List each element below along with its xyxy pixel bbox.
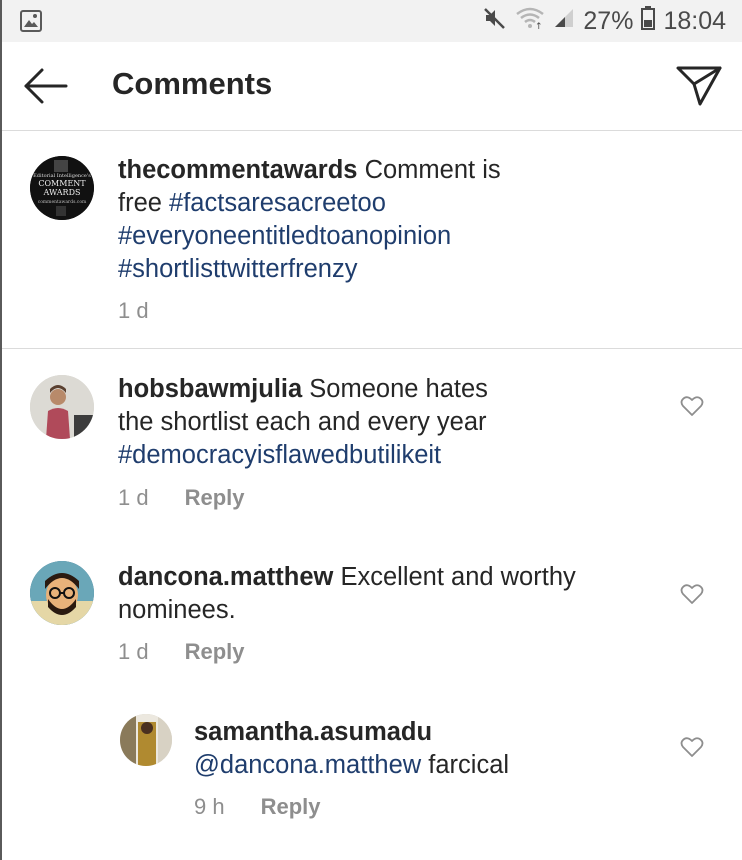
comment-username[interactable]: hobsbawmjulia (118, 375, 302, 403)
hashtag-link[interactable]: #shortlisttwitterfrenzy (118, 255, 358, 283)
comment-timestamp: 1 d (118, 485, 149, 510)
page-title: Comments (112, 66, 273, 101)
comment-awards-logo: Editorial Intelligence's COMMENT AWARDS … (30, 156, 94, 220)
comment-text: samantha.asumadu @dancona.matthew farcic… (194, 716, 634, 782)
like-heart-icon[interactable] (680, 583, 704, 605)
post-caption: Editorial Intelligence's COMMENT AWARDS … (2, 130, 742, 348)
comment-meta: 1 d Reply (118, 485, 245, 511)
user-photo-icon (120, 714, 172, 766)
reply-comment-item: samantha.asumadu @dancona.matthew farcic… (2, 700, 742, 830)
like-heart-icon[interactable] (680, 736, 704, 758)
comment-timestamp: 1 d (118, 639, 149, 664)
reply-button[interactable]: Reply (185, 485, 245, 511)
mute-icon (483, 6, 507, 37)
svg-text:↑: ↑ (535, 22, 543, 30)
status-bar: ↑ 27% 18:04 (2, 0, 742, 42)
comment-text: hobsbawmjulia Someone hates the shortlis… (118, 373, 638, 472)
clock: 18:04 (663, 7, 726, 35)
caption-meta: 1 d (118, 298, 149, 324)
comment-text: dancona.matthew Excellent and worthy nom… (118, 561, 638, 627)
comment-body: farcical (421, 751, 510, 779)
mention-link[interactable]: @dancona.matthew (194, 751, 421, 779)
comment-meta: 1 d Reply (118, 639, 245, 665)
avatar-hobsbawmjulia[interactable] (30, 375, 94, 439)
caption-username[interactable]: thecommentawards (118, 156, 358, 184)
wifi-icon: ↑ (515, 6, 545, 37)
comment-timestamp: 9 h (194, 794, 225, 819)
hashtag-link[interactable]: #democracyisflawedbutilikeit (118, 441, 441, 469)
back-button[interactable] (22, 66, 70, 106)
comment-username[interactable]: dancona.matthew (118, 563, 333, 591)
status-icons: ↑ 27% 18:04 (483, 6, 726, 37)
comment-body: nominees. (118, 596, 236, 624)
avatar-samantha-asumadu[interactable] (120, 714, 172, 766)
caption-text: thecommentawards Comment is free #factsa… (118, 154, 538, 286)
comments-screen: ↑ 27% 18:04 Comments Editorial Intellige… (0, 0, 742, 860)
svg-text:commentawards.com: commentawards.com (38, 199, 87, 205)
battery-icon (641, 6, 656, 37)
comment-body: Someone hates (302, 375, 488, 403)
comment-meta: 9 h Reply (194, 794, 321, 820)
like-heart-icon[interactable] (680, 395, 704, 417)
battery-percent: 27% (583, 7, 634, 35)
svg-text:AWARDS: AWARDS (43, 188, 81, 197)
avatar-dancona-matthew[interactable] (30, 561, 94, 625)
back-arrow-icon (24, 68, 68, 104)
hashtag-link[interactable]: #everyoneentitledtoanopinion (118, 222, 451, 250)
reply-button[interactable]: Reply (185, 639, 245, 665)
comment-item: hobsbawmjulia Someone hates the shortlis… (2, 349, 742, 529)
gallery-notification-icon (20, 10, 42, 37)
user-photo-icon (30, 375, 94, 439)
caption-timestamp: 1 d (118, 298, 149, 323)
header: Comments (2, 42, 742, 131)
share-button[interactable] (674, 64, 724, 108)
comment-username[interactable]: samantha.asumadu (194, 718, 432, 746)
hashtag-link[interactable]: #factsaresacreetoo (169, 189, 386, 217)
comment-item: dancona.matthew Excellent and worthy nom… (2, 541, 742, 691)
cartoon-avatar-icon (30, 561, 94, 625)
comment-body: Excellent and worthy (333, 563, 576, 591)
reply-button[interactable]: Reply (261, 794, 321, 820)
avatar-thecommentawards[interactable]: Editorial Intelligence's COMMENT AWARDS … (30, 156, 94, 220)
paper-plane-icon (676, 66, 722, 106)
comment-body: the shortlist each and every year (118, 408, 487, 436)
signal-icon (553, 7, 575, 36)
svg-text:COMMENT: COMMENT (38, 179, 86, 188)
